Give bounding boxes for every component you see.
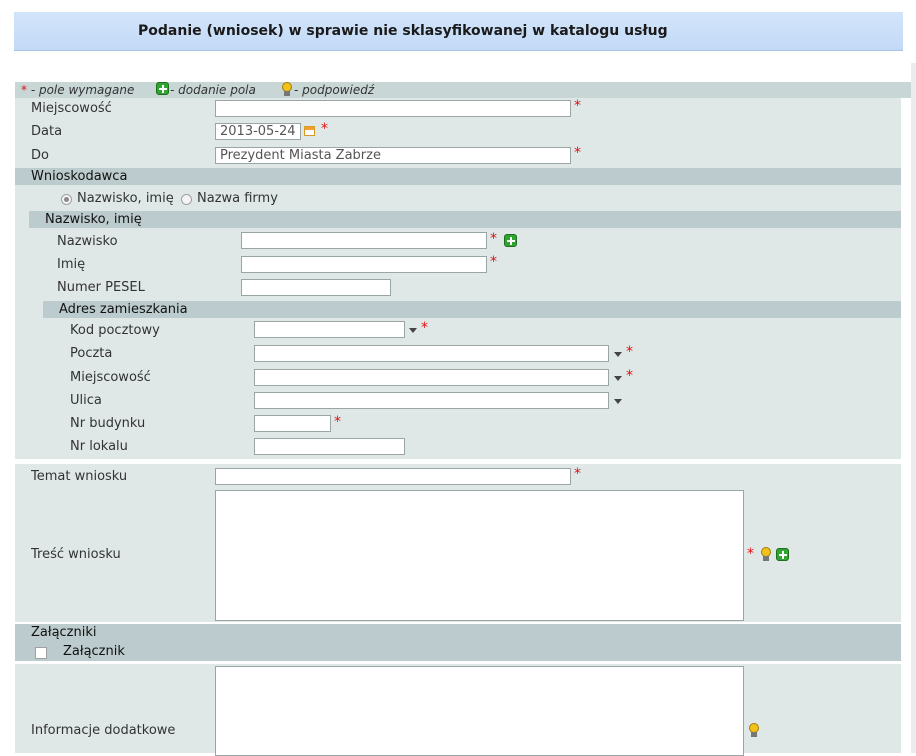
do-input[interactable]: Prezydent Miasta Zabrze (215, 147, 571, 164)
ulica-input[interactable] (254, 392, 609, 409)
section-wnioskodawca: Wnioskodawca (15, 168, 901, 185)
label-imie: Imię (57, 257, 86, 272)
required-star: * (626, 368, 633, 384)
legend-bulb-icon (281, 82, 293, 98)
label-pesel: Numer PESEL (57, 280, 145, 295)
attachment-row (15, 641, 901, 661)
required-star: * (334, 414, 341, 430)
label-nazwisko: Nazwisko (57, 234, 118, 249)
chevron-down-icon[interactable] (614, 399, 622, 404)
add-nazwisko-plus-icon[interactable] (504, 234, 517, 247)
hint-bulb-icon[interactable] (748, 723, 760, 739)
label-kod-pocztowy: Kod pocztowy (70, 323, 160, 338)
label-tresc: Treść wniosku (31, 547, 121, 562)
nr-budynku-input[interactable] (254, 415, 331, 432)
label-miejscowosc-adres: Miejscowość (70, 370, 151, 385)
radio-nazwisko-imie[interactable] (61, 194, 72, 205)
required-star: * (747, 546, 754, 562)
section-nazwisko-imie: Nazwisko, imię (29, 211, 901, 228)
label-nr-budynku: Nr budynku (70, 416, 146, 431)
required-star: * (626, 344, 633, 360)
required-star: * (490, 254, 497, 270)
chevron-down-icon[interactable] (614, 352, 622, 357)
label-nr-lokalu: Nr lokalu (70, 439, 128, 454)
required-star: * (421, 320, 428, 336)
page-header: Podanie (wniosek) w sprawie nie sklasyfi… (14, 12, 903, 51)
zalacznik-label: Załącznik (63, 644, 125, 659)
hint-bulb-icon[interactable] (760, 547, 772, 563)
page-title: Podanie (wniosek) w sprawie nie sklasyfi… (138, 23, 668, 39)
label-do: Do (31, 148, 49, 163)
nr-lokalu-input[interactable] (254, 438, 405, 455)
informacje-textarea[interactable] (215, 666, 744, 756)
legend-bar: * - pole wymagane - dodanie pola - podpo… (15, 82, 913, 98)
chevron-down-icon[interactable] (614, 376, 622, 381)
legend-hint: - podpowiedź (294, 83, 375, 97)
kod-pocztowy-input[interactable] (254, 321, 405, 338)
label-temat: Temat wniosku (31, 469, 128, 484)
label-miejscowosc: Miejscowość (31, 101, 112, 116)
radio-label-nazwisko-imie: Nazwisko, imię (77, 191, 174, 206)
temat-input[interactable] (215, 468, 571, 485)
miejscowosc-adres-input[interactable] (254, 369, 609, 386)
date-input[interactable]: 2013-05-24 (215, 123, 301, 140)
tresc-textarea[interactable] (215, 490, 744, 621)
add-tresc-plus-icon[interactable] (776, 548, 789, 561)
section-adres-zamieszkania: Adres zamieszkania (43, 301, 901, 318)
nazwisko-input[interactable] (241, 232, 487, 249)
label-data: Data (31, 124, 63, 139)
radio-nazwa-firmy[interactable] (181, 194, 192, 205)
legend-add: - dodanie pola (170, 83, 256, 97)
required-star: * (490, 231, 497, 247)
miejscowosc-input[interactable] (215, 100, 571, 117)
required-star: * (574, 466, 581, 482)
label-poczta: Poczta (70, 346, 113, 361)
required-star: * (574, 98, 581, 114)
required-star: * (321, 121, 328, 137)
label-ulica: Ulica (70, 393, 102, 408)
label-informacje: Informacje dodatkowe (31, 723, 176, 738)
chevron-down-icon[interactable] (409, 328, 417, 333)
section-zalaczniki: Załączniki (15, 624, 901, 641)
calendar-icon[interactable] (304, 126, 315, 136)
page-scrollbar[interactable] (911, 63, 916, 753)
legend-required: * - pole wymagane (21, 83, 135, 97)
radio-label-nazwa-firmy: Nazwa firmy (197, 191, 278, 206)
imie-input[interactable] (241, 256, 487, 273)
legend-plus-icon (156, 82, 169, 95)
required-star: * (574, 145, 581, 161)
pesel-input[interactable] (241, 279, 391, 296)
zalacznik-checkbox[interactable] (35, 647, 47, 659)
poczta-input[interactable] (254, 345, 609, 362)
